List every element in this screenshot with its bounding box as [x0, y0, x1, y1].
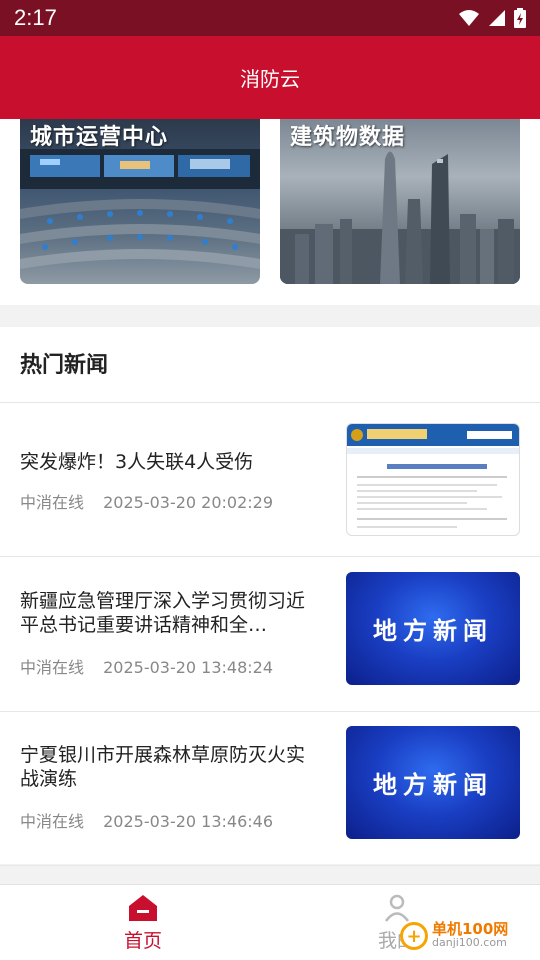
news-time: 2025-03-20 13:46:46 [103, 812, 274, 831]
home-icon [129, 894, 157, 921]
news-text: 宁夏银川市开展森林草原防灭火实战演练 [20, 743, 320, 791]
tab-label: 首页 [123, 929, 162, 952]
site-watermark: + 单机100网 danji100.com [400, 916, 540, 956]
tab-home[interactable]: 首页 [8, 885, 278, 960]
thumbnail-text: 地方新闻 [373, 771, 493, 799]
gov-website-image [347, 424, 519, 528]
news-item[interactable]: 新疆应急管理厅深入学习贯彻习近平总书记重要讲话精神和全… 中消在线 2025-0… [0, 558, 540, 712]
watermark-text: 单机100网 danji100.com [432, 922, 508, 950]
hot-news-section: 热门新闻 突发爆炸！3人失联4人受伤 中消在线 2025-03-20 20:02… [0, 327, 540, 866]
news-headline: 新疆应急管理厅深入学习贯彻习近平总书记重要讲话精神和全… [20, 590, 306, 636]
watermark-main: 单机100网 [432, 920, 509, 938]
app-bar: 消防云 [0, 36, 540, 119]
feature-banners: 城市运营中心 建筑物数据 [0, 119, 540, 305]
thumbnail-text: 地方新闻 [373, 617, 493, 645]
section-title: 热门新闻 [20, 353, 109, 378]
main-scroll[interactable]: 城市运营中心 建筑物数据 热门新闻 突发爆炸！3人失联4人受伤 中消在线 202… [0, 119, 540, 884]
news-item[interactable]: 突发爆炸！3人失联4人受伤 中消在线 2025-03-20 20:02:29 [0, 403, 540, 557]
news-source: 中消在线 [20, 658, 85, 677]
watermark-logo-icon: + [400, 922, 428, 950]
wifi-icon [459, 10, 479, 26]
status-icons [458, 8, 526, 28]
news-time: 2025-03-20 20:02:29 [103, 493, 274, 512]
banner-city-operation-center[interactable]: 城市运营中心 [20, 119, 260, 284]
news-meta: 中消在线 2025-03-20 20:02:29 [20, 489, 273, 513]
news-meta: 中消在线 2025-03-20 13:46:46 [20, 808, 273, 832]
watermark-sub: danji100.com [432, 936, 507, 949]
news-source: 中消在线 [20, 493, 85, 512]
news-time: 2025-03-20 13:48:24 [103, 658, 274, 677]
status-time: 2:17 [14, 5, 57, 30]
news-headline: 突发爆炸！3人失联4人受伤 [20, 451, 254, 473]
news-text: 新疆应急管理厅深入学习贯彻习近平总书记重要讲话精神和全… [20, 589, 320, 637]
cellular-signal-icon [489, 10, 505, 26]
app-title: 消防云 [240, 67, 300, 91]
banner-building-data[interactable]: 建筑物数据 [280, 119, 520, 284]
battery-icon [514, 8, 526, 28]
news-meta: 中消在线 2025-03-20 13:48:24 [20, 654, 273, 678]
news-headline: 宁夏银川市开展森林草原防灭火实战演练 [20, 744, 306, 790]
status-bar: 2:17 [0, 0, 540, 36]
news-source: 中消在线 [20, 812, 85, 831]
news-thumbnail-local-news: 地方新闻 [346, 572, 520, 685]
news-thumbnail-gov-website [346, 423, 520, 536]
news-thumbnail-local-news: 地方新闻 [346, 726, 520, 839]
banner-title: 建筑物数据 [290, 125, 406, 150]
news-text: 突发爆炸！3人失联4人受伤 [20, 450, 320, 474]
banner-title: 城市运营中心 [30, 125, 169, 150]
news-item[interactable]: 宁夏银川市开展森林草原防灭火实战演练 中消在线 2025-03-20 13:46… [0, 712, 540, 866]
